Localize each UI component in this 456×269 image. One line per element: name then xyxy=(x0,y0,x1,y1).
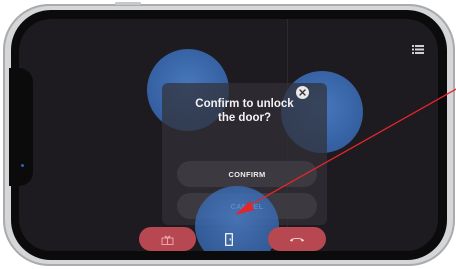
gift-button[interactable] xyxy=(139,227,196,251)
camera-dot xyxy=(21,164,24,167)
phone-hangup-icon xyxy=(290,238,304,242)
side-button xyxy=(115,2,141,5)
door-icon xyxy=(225,232,233,246)
phone-bezel: Confirm to unlock the door? CONFIRM CANC… xyxy=(9,10,447,260)
close-button[interactable] xyxy=(296,86,309,99)
hang-up-button[interactable] xyxy=(268,227,326,251)
unlock-door-button[interactable] xyxy=(209,227,249,251)
dialog-title: Confirm to unlock the door? xyxy=(195,98,294,124)
call-screen: Confirm to unlock the door? CONFIRM CANC… xyxy=(19,19,438,251)
list-icon[interactable] xyxy=(412,44,424,54)
camera-notch xyxy=(9,68,33,186)
confirm-button[interactable]: CONFIRM xyxy=(177,161,317,187)
gift-icon xyxy=(161,235,174,245)
phone-frame: Confirm to unlock the door? CONFIRM CANC… xyxy=(3,2,455,266)
close-icon xyxy=(299,89,306,96)
